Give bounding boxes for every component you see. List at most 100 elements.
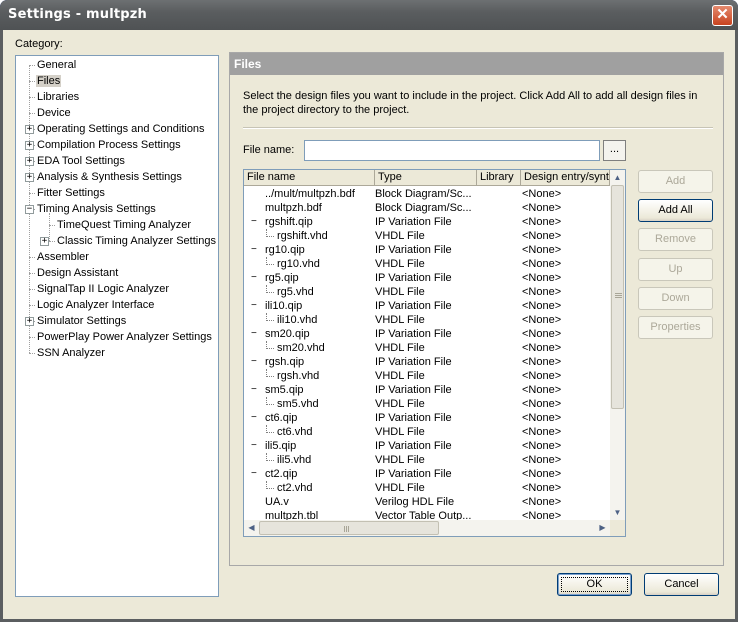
file-row[interactable]: ct2.vhd VHDL File <None> — [244, 481, 610, 495]
tree-item[interactable]: General — [36, 57, 77, 73]
file-design-entry-cell: <None> — [522, 202, 562, 214]
file-row[interactable]: ../mult/multpzh.bdf Block Diagram/Sc... <N… — [244, 187, 610, 201]
file-name-cell: ct2.vhd — [277, 482, 313, 494]
file-design-entry-cell: <None> — [522, 258, 562, 270]
file-row[interactable]: rg10.vhd VHDL File <None> — [244, 257, 610, 271]
scroll-down-arrow-icon[interactable]: ▼ — [610, 505, 625, 520]
column-header-type[interactable]: Type — [375, 170, 477, 186]
browse-button[interactable]: ... — [603, 140, 626, 161]
vertical-scroll-thumb[interactable] — [611, 185, 624, 409]
file-row[interactable]: ct6.qip − IP Variation File <None> — [244, 411, 610, 425]
scroll-up-arrow-icon[interactable]: ▲ — [610, 170, 625, 185]
vertical-scrollbar[interactable]: ▲ ▼ — [610, 170, 625, 520]
files-list[interactable]: File name Type Library Design entry/synt… — [243, 169, 626, 537]
horizontal-scroll-thumb[interactable] — [259, 521, 439, 535]
horizontal-scrollbar[interactable]: ◀ ▶ — [244, 520, 610, 536]
remove-button[interactable]: Remove — [638, 228, 713, 251]
collapse-icon[interactable]: − — [25, 205, 34, 214]
properties-button[interactable]: Properties — [638, 316, 713, 339]
down-button[interactable]: Down — [638, 287, 713, 310]
file-row[interactable]: rg5.vhd VHDL File <None> — [244, 285, 610, 299]
tree-item[interactable]: PowerPlay Power Analyzer Settings — [36, 329, 213, 345]
tree-connector-line — [266, 397, 274, 405]
tree-item[interactable]: EDA Tool Settings — [36, 153, 126, 169]
file-name-input[interactable] — [304, 140, 600, 161]
collapse-icon[interactable]: − — [251, 439, 261, 453]
file-type-cell: IP Variation File — [375, 384, 452, 396]
file-row[interactable]: rgshift.qip − IP Variation File <None> — [244, 215, 610, 229]
collapse-icon[interactable]: − — [251, 299, 261, 313]
file-row[interactable]: ili10.qip − IP Variation File <None> — [244, 299, 610, 313]
expand-icon[interactable]: + — [25, 125, 34, 134]
collapse-icon[interactable]: − — [251, 271, 261, 285]
collapse-icon[interactable]: − — [251, 383, 261, 397]
file-row[interactable]: rg10.qip − IP Variation File <None> — [244, 243, 610, 257]
file-name-cell: ../mult/multpzh.bdf — [265, 188, 355, 200]
column-header-design-entry[interactable]: Design entry/synth — [521, 170, 610, 186]
file-row[interactable]: ili10.vhd VHDL File <None> — [244, 313, 610, 327]
file-row[interactable]: ili5.vhd VHDL File <None> — [244, 453, 610, 467]
ok-button[interactable]: OK — [557, 573, 632, 596]
tree-item[interactable]: Logic Analyzer Interface — [36, 297, 155, 313]
collapse-icon[interactable]: − — [251, 411, 261, 425]
file-row[interactable]: rgshift.vhd VHDL File <None> — [244, 229, 610, 243]
tree-item[interactable]: Timing Analysis Settings — [36, 201, 157, 217]
file-type-cell: IP Variation File — [375, 356, 452, 368]
file-row[interactable]: sm20.qip − IP Variation File <None> — [244, 327, 610, 341]
close-icon[interactable]: ✕ — [712, 5, 733, 26]
tree-item[interactable]: Fitter Settings — [36, 185, 106, 201]
file-row[interactable]: sm5.vhd VHDL File <None> — [244, 397, 610, 411]
tree-item-label: PowerPlay Power Analyzer Settings — [37, 331, 212, 343]
file-type-cell: VHDL File — [375, 426, 425, 438]
collapse-icon[interactable]: − — [251, 215, 261, 229]
tree-item[interactable]: Operating Settings and Conditions — [36, 121, 206, 137]
file-design-entry-cell: <None> — [522, 328, 562, 340]
up-button[interactable]: Up — [638, 258, 713, 281]
file-row[interactable]: rgsh.qip − IP Variation File <None> — [244, 355, 610, 369]
tree-item[interactable]: SignalTap II Logic Analyzer — [36, 281, 170, 297]
tree-item[interactable]: Files — [36, 73, 62, 89]
scroll-left-arrow-icon[interactable]: ◀ — [244, 520, 259, 536]
collapse-icon[interactable]: − — [251, 327, 261, 341]
tree-connector-line — [266, 341, 274, 349]
file-row[interactable]: sm20.vhd VHDL File <None> — [244, 341, 610, 355]
file-row[interactable]: ili5.qip − IP Variation File <None> — [244, 439, 610, 453]
expand-icon[interactable]: + — [25, 157, 34, 166]
expand-icon[interactable]: + — [25, 141, 34, 150]
file-row[interactable]: rgsh.vhd VHDL File <None> — [244, 369, 610, 383]
tree-item[interactable]: SSN Analyzer — [36, 345, 106, 361]
title-bar[interactable]: Settings - multpzh ✕ — [0, 0, 738, 30]
expand-icon[interactable]: + — [40, 237, 49, 246]
tree-item[interactable]: Assembler — [36, 249, 90, 265]
tree-item[interactable]: Design Assistant — [36, 265, 119, 281]
tree-item[interactable]: Compilation Process Settings — [36, 137, 182, 153]
tree-item[interactable]: Classic Timing Analyzer Settings — [56, 233, 217, 249]
collapse-icon[interactable]: − — [251, 355, 261, 369]
file-row[interactable]: rg5.qip − IP Variation File <None> — [244, 271, 610, 285]
file-row[interactable]: UA.v Verilog HDL File <None> — [244, 495, 610, 509]
file-row[interactable]: sm5.qip − IP Variation File <None> — [244, 383, 610, 397]
tree-item[interactable]: Device — [36, 105, 72, 121]
add-button[interactable]: Add — [638, 170, 713, 193]
tree-connector-line — [29, 97, 35, 98]
category-tree[interactable]: General Files Libraries Device Operating Set… — [15, 55, 219, 597]
tree-item[interactable]: TimeQuest Timing Analyzer — [56, 217, 192, 233]
tree-item[interactable]: Analysis & Synthesis Settings — [36, 169, 183, 185]
expand-icon[interactable]: + — [25, 173, 34, 182]
collapse-icon[interactable]: − — [251, 243, 261, 257]
column-header-file-name[interactable]: File name — [244, 170, 375, 186]
add-all-button[interactable]: Add All — [638, 199, 713, 222]
collapse-icon[interactable]: − — [251, 467, 261, 481]
file-row[interactable]: ct2.qip − IP Variation File <None> — [244, 467, 610, 481]
expand-icon[interactable]: + — [25, 317, 34, 326]
tree-item[interactable]: Libraries — [36, 89, 80, 105]
file-row[interactable]: ct6.vhd VHDL File <None> — [244, 425, 610, 439]
file-design-entry-cell: <None> — [522, 440, 562, 452]
column-header-library[interactable]: Library — [477, 170, 521, 186]
file-type-cell: IP Variation File — [375, 440, 452, 452]
cancel-button[interactable]: Cancel — [644, 573, 719, 596]
file-row[interactable]: multpzh.bdf Block Diagram/Sc... <None> — [244, 201, 610, 215]
scroll-right-arrow-icon[interactable]: ▶ — [595, 520, 610, 536]
tree-item-label: SignalTap II Logic Analyzer — [37, 283, 170, 295]
tree-item[interactable]: Simulator Settings — [36, 313, 127, 329]
